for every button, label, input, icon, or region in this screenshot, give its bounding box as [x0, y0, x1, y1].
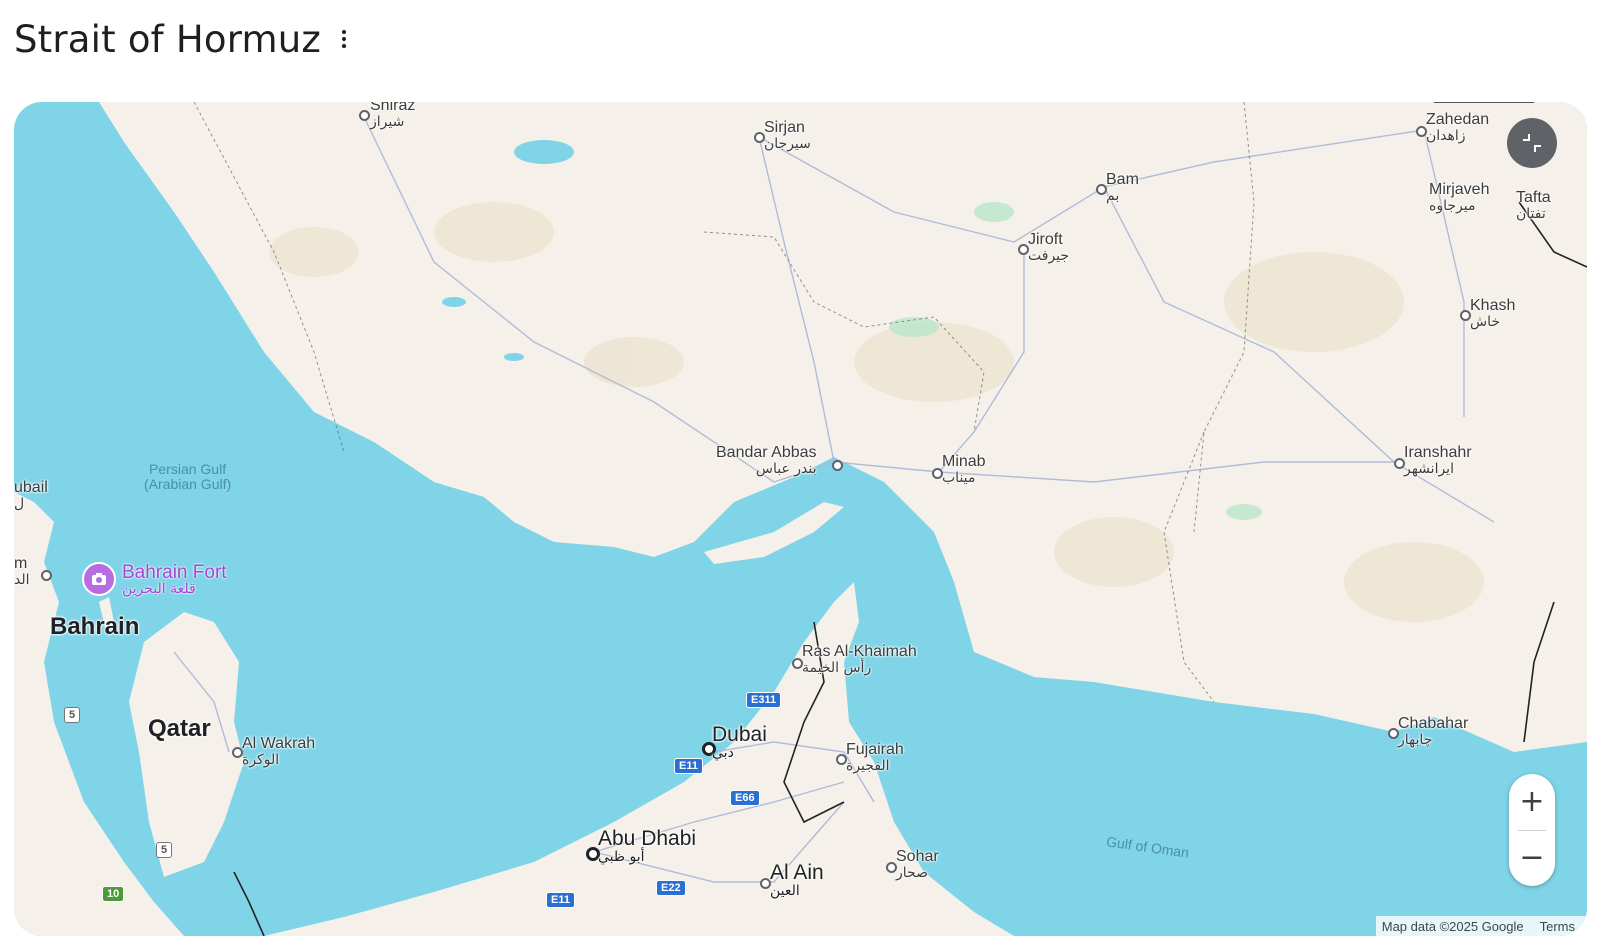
zoom-out-button[interactable]: −	[1509, 830, 1555, 886]
city-name: Sirjan	[764, 119, 805, 136]
country-label-bahrain[interactable]: Bahrain	[50, 614, 139, 639]
city-name: ubail	[14, 479, 48, 496]
city-label-al-ain[interactable]: Al Ain العين	[770, 861, 824, 900]
page-title: Strait of Hormuz	[14, 17, 321, 61]
city-name: Zahedan	[1426, 111, 1490, 128]
city-label-fujairah[interactable]: Fujairah الفجيرة	[846, 741, 904, 774]
city-label-al-wakrah[interactable]: Al Wakrah الوكرة	[242, 735, 316, 768]
water-label-persian-gulf: Persian Gulf (Arabian Gulf)	[144, 462, 231, 491]
city-name-ar: سیرجان	[764, 135, 811, 152]
city-name-ar: شیراز	[370, 113, 405, 130]
city-name-ar: تفتان	[1516, 205, 1546, 222]
road-shield: E311	[746, 692, 782, 708]
city-name: Jiroft	[1028, 231, 1063, 248]
city-name-ar: میرجاوه	[1429, 197, 1476, 214]
city-name: Chabahar	[1398, 715, 1469, 732]
city-label-minab[interactable]: Minab میناب	[942, 453, 986, 486]
more-vert-icon[interactable]	[339, 26, 349, 52]
city-label-sohar[interactable]: Sohar صحار	[896, 848, 939, 881]
city-label-chabahar[interactable]: Chabahar چابهار	[1398, 715, 1469, 748]
city-name-ar: بندر عباس	[755, 460, 817, 477]
city-name: Ras Al-Khaimah	[802, 643, 917, 660]
city-label-abu-dhabi[interactable]: Abu Dhabi أبو ظبي	[598, 827, 697, 866]
water-label-alt-text: (Arabian Gulf)	[144, 475, 232, 492]
city-label-ras-al-khaimah[interactable]: Ras Al-Khaimah رأس الخيمة	[802, 643, 917, 676]
city-name: Fujairah	[846, 741, 904, 758]
city-label-sirjan[interactable]: Sirjan سیرجان	[764, 119, 811, 152]
city-name-ar: خاش	[1470, 313, 1501, 330]
city-name-ar: ایرانشهر	[1404, 460, 1454, 477]
city-marker	[359, 110, 370, 121]
city-name-ar: صحار	[896, 864, 928, 881]
city-name: Al Wakrah	[242, 735, 316, 752]
map-base-layer	[14, 102, 1587, 936]
city-label-iranshahr[interactable]: Iranshahr ایرانشهر	[1404, 444, 1472, 477]
city-name: Bandar Abbas	[716, 444, 817, 461]
city-marker	[832, 460, 843, 471]
road-shield: E11	[674, 758, 703, 774]
city-name: Iranshahr	[1404, 444, 1472, 461]
road-shield: 10	[102, 886, 125, 902]
road-shield: E22	[656, 880, 686, 896]
poi-name: Bahrain Fort	[122, 561, 227, 583]
zoom-in-button[interactable]: +	[1509, 774, 1555, 830]
city-name: Dubai	[712, 723, 767, 746]
city-name: Khash	[1470, 297, 1516, 314]
exit-fullscreen-icon	[1523, 134, 1541, 152]
city-name-ar: رأس الخيمة	[802, 659, 872, 676]
city-label-mirjaveh[interactable]: Mirjaveh میرجاوه	[1429, 181, 1490, 214]
road-shield: 5	[156, 842, 173, 858]
header: Strait of Hormuz	[14, 14, 349, 64]
city-name: Tafta	[1516, 189, 1551, 206]
road-shield: 5	[64, 707, 81, 723]
city-label-khash[interactable]: Khash خاش	[1470, 297, 1516, 330]
city-name: Shiraz	[370, 102, 416, 114]
city-name-ar: الد	[14, 571, 30, 588]
city-name: m	[14, 555, 28, 572]
city-name: Sohar	[896, 848, 939, 865]
poi-name-ar: قلعة البحرين	[122, 580, 196, 597]
city-label-shiraz[interactable]: Shiraz شیراز	[370, 102, 415, 129]
zoom-control: + −	[1509, 774, 1555, 886]
road-shield: E66	[730, 790, 760, 806]
city-name-ar: جیرفت	[1028, 247, 1070, 264]
city-name: Al Ain	[770, 861, 824, 884]
city-name-ar: الوكرة	[242, 751, 280, 768]
city-name-ar: ل	[14, 495, 25, 512]
poi-label: Bahrain Fort قلعة البحرين	[122, 563, 227, 596]
exit-fullscreen-button[interactable]	[1507, 118, 1557, 168]
city-label-zahedan[interactable]: Zahedan زاهدان	[1426, 111, 1490, 144]
city-label-bam[interactable]: Bam بم	[1106, 171, 1139, 204]
city-name-ar: چابهار	[1398, 731, 1433, 748]
city-name: Abu Dhabi	[598, 827, 697, 850]
city-name-ar: میناب	[942, 469, 976, 486]
attribution-text: Map data ©2025 Google	[1381, 918, 1524, 934]
city-label-bandar-abbas[interactable]: Bandar Abbas بندر عباس	[716, 444, 817, 477]
city-name-ar: بم	[1106, 187, 1120, 204]
terms-link[interactable]: Terms	[1540, 919, 1575, 934]
map-attribution: Map data ©2025 Google Terms	[1375, 916, 1587, 936]
road-shield: E11	[546, 892, 575, 908]
city-name-ar: زاهدان	[1426, 127, 1466, 144]
city-marker	[41, 570, 52, 581]
city-name: Bam	[1106, 171, 1139, 188]
country-label-qatar[interactable]: Qatar	[148, 716, 211, 741]
city-label-dammam[interactable]: m الد	[14, 555, 30, 588]
city-label-jubail[interactable]: ubail ل	[14, 479, 48, 512]
city-name-ar: دبي	[712, 745, 734, 762]
city-name-ar: أبو ظبي	[598, 849, 645, 866]
city-label-jiroft[interactable]: Jiroft جیرفت	[1028, 231, 1070, 264]
map-canvas[interactable]: Persian Gulf (Arabian Gulf) Gulf of Oman…	[14, 102, 1587, 936]
city-name: Minab	[942, 453, 986, 470]
city-label-dubai[interactable]: Dubai دبي	[712, 723, 767, 762]
poi-bahrain-fort[interactable]: Bahrain Fort قلعة البحرين	[82, 562, 227, 596]
city-name-ar: العين	[770, 883, 800, 900]
camera-icon	[82, 562, 116, 596]
water-label-text: Persian Gulf	[149, 461, 227, 477]
city-name: Mirjaveh	[1429, 181, 1490, 198]
city-name-ar: الفجيرة	[846, 757, 890, 774]
city-label-tafta[interactable]: Tafta تفتان	[1516, 189, 1551, 222]
